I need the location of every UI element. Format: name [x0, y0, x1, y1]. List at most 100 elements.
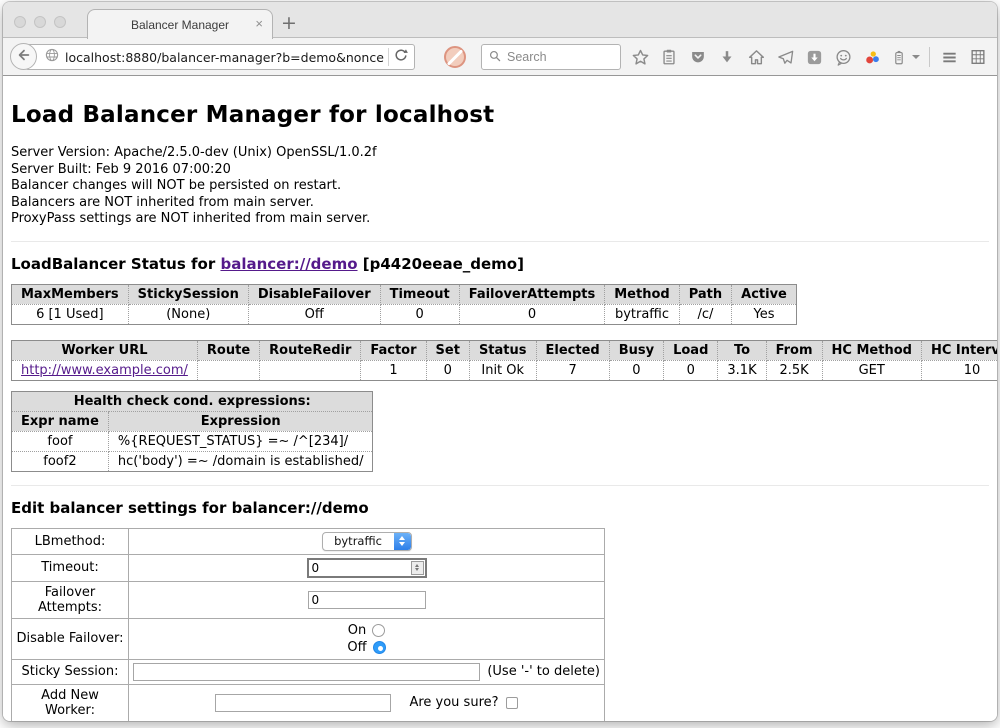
- pocket-icon[interactable]: [688, 47, 708, 67]
- col-hc-interval: HC Interval: [921, 340, 997, 360]
- balancer-demo-link[interactable]: balancer://demo: [220, 255, 357, 273]
- search-bar[interactable]: [481, 44, 621, 70]
- back-arrow-icon: [16, 47, 32, 67]
- add-worker-row: Add New Worker: Are you sure?: [12, 684, 605, 721]
- inherit-note-line: Balancers are NOT inherited from main se…: [11, 195, 989, 212]
- minimize-window-button[interactable]: [34, 16, 46, 28]
- download-box-icon[interactable]: [804, 47, 824, 67]
- failover-attempts-row: Failover Attempts:: [12, 581, 605, 618]
- search-input[interactable]: [507, 50, 614, 64]
- balancer-header-row: MaxMembers StickySession DisableFailover…: [12, 284, 797, 304]
- zoom-window-button[interactable]: [54, 16, 66, 28]
- cell-from: 2.5K: [766, 360, 822, 380]
- hc-row-foof: foof %{REQUEST_STATUS} =~ /^[234]/: [12, 431, 373, 451]
- col-to: To: [718, 340, 766, 360]
- health-check-table: Health check cond. expressions: Expr nam…: [11, 391, 373, 472]
- tab-grid-icon[interactable]: [968, 47, 988, 67]
- toolbar-separator: [929, 47, 930, 67]
- browser-window: Balancer Manager × + localhost:8880/bala…: [3, 2, 997, 721]
- cell-elected: 7: [536, 360, 609, 380]
- loadbalancer-status-heading: LoadBalancer Status for balancer://demo …: [11, 255, 989, 273]
- globe-icon: [44, 47, 60, 67]
- sticky-session-label: Sticky Session:: [12, 659, 129, 684]
- new-tab-button[interactable]: +: [281, 11, 297, 35]
- add-worker-input[interactable]: [215, 694, 391, 712]
- are-you-sure-checkbox[interactable]: [506, 697, 518, 709]
- timeout-label: Timeout:: [12, 554, 129, 581]
- sticky-session-input[interactable]: [133, 663, 480, 681]
- lbmethod-select[interactable]: bytraffic: [322, 532, 412, 551]
- cell-status: Init Ok: [469, 360, 536, 380]
- cell-expression-2: hc('body') =~ /domain is established/: [108, 451, 373, 471]
- col-from: From: [766, 340, 822, 360]
- worker-table: Worker URL Route RouteRedir Factor Set S…: [11, 340, 997, 381]
- downloads-arrow-icon[interactable]: [717, 47, 737, 67]
- number-spinner-icon[interactable]: [411, 561, 424, 575]
- tab-close-icon[interactable]: ×: [255, 16, 263, 32]
- home-icon[interactable]: [746, 47, 766, 67]
- colored-dots-extension-icon[interactable]: [862, 47, 882, 67]
- cell-routeredir: [260, 360, 361, 380]
- window-controls[interactable]: [14, 16, 66, 28]
- horizontal-rule: [11, 241, 989, 242]
- cell-to: 3.1K: [718, 360, 766, 380]
- edit-settings-heading: Edit balancer settings for balancer://de…: [11, 499, 989, 517]
- server-info: Server Version: Apache/2.5.0-dev (Unix) …: [11, 145, 989, 228]
- persist-note-line: Balancer changes will NOT be persisted o…: [11, 178, 989, 195]
- back-button[interactable]: [10, 43, 37, 70]
- urlbar-divider: [388, 48, 389, 66]
- col-disablefailover: DisableFailover: [248, 284, 380, 304]
- tab-balancer-manager[interactable]: Balancer Manager ×: [87, 9, 273, 39]
- server-version-line: Server Version: Apache/2.5.0-dev (Unix) …: [11, 145, 989, 162]
- cell-worker-url: http://www.example.com/: [12, 360, 198, 380]
- col-failoverattempts: FailoverAttempts: [459, 284, 605, 304]
- cell-hc-method: GET: [822, 360, 921, 380]
- reload-icon[interactable]: [393, 47, 409, 67]
- cell-method: bytraffic: [605, 304, 679, 324]
- sticky-session-row: Sticky Session: (Use '-' to delete): [12, 659, 605, 684]
- cell-failoverattempts: 0: [459, 304, 605, 324]
- cell-load: 0: [664, 360, 718, 380]
- reading-list-icon[interactable]: [659, 47, 679, 67]
- col-expr-name: Expr name: [12, 411, 109, 431]
- sticky-session-hint: (Use '-' to delete): [487, 664, 600, 679]
- url-bar[interactable]: localhost:8880/balancer-manager?b=demo&n…: [25, 44, 415, 70]
- hc-title-row: Health check cond. expressions:: [12, 391, 373, 411]
- status-heading-prefix: LoadBalancer Status for: [11, 255, 220, 273]
- cell-active: Yes: [732, 304, 797, 324]
- feedback-smiley-icon[interactable]: [833, 47, 853, 67]
- chevron-down-icon[interactable]: [912, 55, 920, 59]
- cell-maxmembers: 6 [1 Used]: [12, 304, 129, 324]
- proxypass-note-line: ProxyPass settings are NOT inherited fro…: [11, 211, 989, 228]
- timeout-input[interactable]: [309, 561, 411, 575]
- cell-path: /c/: [679, 304, 731, 324]
- balancer-status-table: MaxMembers StickySession DisableFailover…: [11, 284, 797, 325]
- content-blocker-icon[interactable]: [444, 46, 466, 68]
- on-label: On: [348, 623, 366, 638]
- failover-attempts-input[interactable]: [308, 591, 426, 609]
- battery-extension-icon[interactable]: [891, 47, 907, 67]
- cell-route: [197, 360, 259, 380]
- col-elected: Elected: [536, 340, 609, 360]
- worker-header-row: Worker URL Route RouteRedir Factor Set S…: [12, 340, 998, 360]
- tab-title: Balancer Manager: [131, 18, 229, 32]
- page-title: Load Balancer Manager for localhost: [11, 102, 989, 128]
- server-built-line: Server Built: Feb 9 2016 07:00:20: [11, 162, 989, 179]
- bookmark-star-icon[interactable]: [630, 47, 650, 67]
- are-you-sure-group: Are you sure?: [409, 695, 517, 710]
- menu-hamburger-icon[interactable]: [939, 47, 959, 67]
- col-active: Active: [732, 284, 797, 304]
- hc-row-foof2: foof2 hc('body') =~ /domain is establish…: [12, 451, 373, 471]
- worker-url-link[interactable]: http://www.example.com/: [21, 363, 188, 378]
- close-window-button[interactable]: [14, 16, 26, 28]
- cell-expression-1: %{REQUEST_STATUS} =~ /^[234]/: [108, 431, 373, 451]
- screen: Balancer Manager × + localhost:8880/bala…: [0, 0, 1000, 728]
- send-plane-icon[interactable]: [775, 47, 795, 67]
- failover-on-option: On: [133, 622, 600, 639]
- cell-expr-name-2: foof2: [12, 451, 109, 471]
- col-timeout: Timeout: [380, 284, 459, 304]
- failover-on-radio[interactable]: [372, 624, 385, 637]
- failover-off-radio[interactable]: [373, 641, 386, 654]
- disable-failover-label: Disable Failover:: [12, 618, 129, 659]
- cell-expr-name-1: foof: [12, 431, 109, 451]
